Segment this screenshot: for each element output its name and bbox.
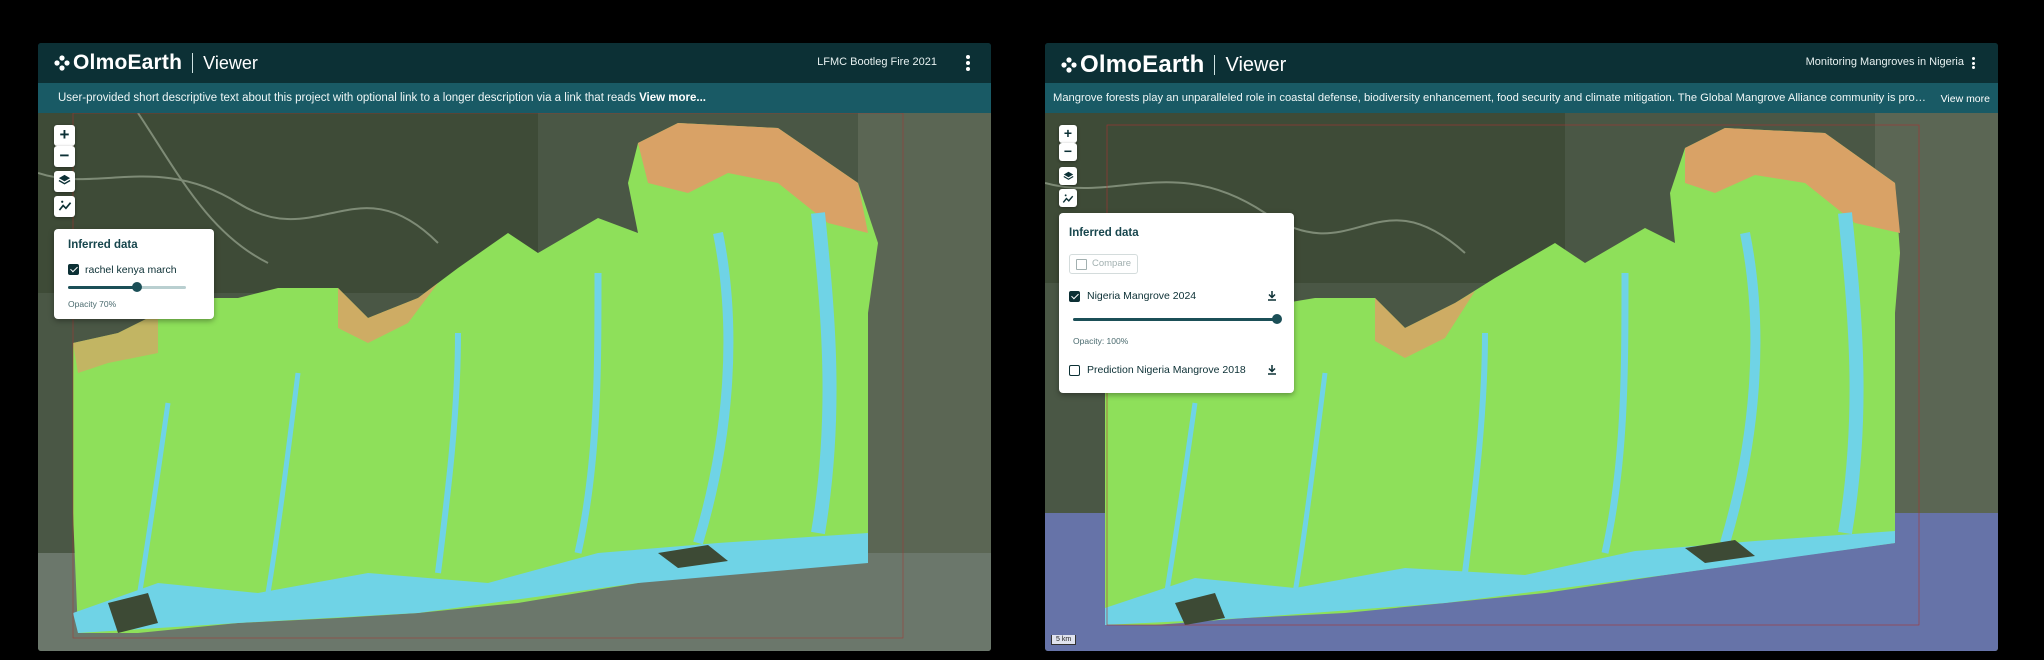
layer-checkbox-nigeria-2024[interactable] (1069, 291, 1080, 302)
opacity-slider-thumb[interactable] (132, 282, 142, 292)
project-title: LFMC Bootleg Fire 2021 (817, 56, 937, 68)
more-menu-icon[interactable] (1970, 57, 1976, 69)
map-canvas[interactable]: + − Inferred data rachel kenya march Opa… (38, 113, 991, 651)
layers-panel-title: Inferred data (68, 239, 138, 251)
brand-name: OlmoEarth (1080, 51, 1205, 78)
layer-name: rachel kenya march (85, 264, 177, 276)
layers-panel-title: Inferred data (1069, 227, 1139, 239)
map-layer (38, 113, 991, 651)
zoom-in-button[interactable]: + (1059, 125, 1077, 143)
chart-sparkle-icon (1062, 194, 1074, 203)
right-viewer-window: OlmoEarth Viewer Monitoring Mangroves in… (1045, 43, 1998, 651)
layer-name-prediction-2018: Prediction Nigeria Mangrove 2018 (1087, 364, 1246, 376)
product-name: Viewer (203, 52, 258, 73)
opacity-label: Opacity: 100% (1073, 336, 1129, 346)
chart-sparkle-icon (58, 200, 71, 211)
view-more-link[interactable]: View more... (639, 92, 706, 104)
opacity-slider-filled[interactable] (1073, 318, 1277, 321)
brand-divider (1214, 55, 1216, 75)
inference-tool-button[interactable] (54, 196, 75, 217)
download-icon[interactable] (1266, 290, 1278, 302)
opacity-slider-filled[interactable] (68, 286, 137, 289)
layer-name-nigeria-2024: Nigeria Mangrove 2024 (1087, 290, 1197, 302)
brand-divider (192, 53, 194, 73)
project-description: User-provided short descriptive text abo… (58, 92, 640, 104)
product-name: Viewer (1225, 53, 1287, 76)
compare-button[interactable]: Compare (1069, 254, 1139, 274)
layers-panel: Inferred data rachel kenya march Opacity… (54, 229, 214, 319)
brand-name: OlmoEarth (73, 51, 183, 74)
olmoearth-logo-icon (1061, 57, 1077, 73)
inference-tool-button[interactable] (1059, 189, 1077, 207)
project-description: Mangrove forests play an unparalleled ro… (1053, 92, 1928, 104)
opacity-slider-track[interactable] (137, 286, 186, 289)
compare-label: Compare (1092, 258, 1132, 269)
project-description-bar: Mangrove forests play an unparalleled ro… (1045, 83, 1998, 113)
brand[interactable]: OlmoEarth Viewer (54, 51, 258, 75)
project-description-bar: User-provided short descriptive text abo… (38, 83, 991, 113)
zoom-out-button[interactable]: − (54, 146, 75, 167)
zoom-in-button[interactable]: + (54, 125, 75, 146)
app-header: OlmoEarth Viewer Monitoring Mangroves in… (1045, 43, 1998, 83)
left-viewer-window: OlmoEarth Viewer LFMC Bootleg Fire 2021 … (38, 43, 991, 651)
download-icon[interactable] (1266, 364, 1278, 376)
app-header: OlmoEarth Viewer LFMC Bootleg Fire 2021 (38, 43, 991, 83)
layer-checkbox-prediction-2018[interactable] (1069, 365, 1080, 376)
layers-button[interactable] (1059, 167, 1077, 185)
opacity-label: Opacity 70% (68, 299, 117, 309)
map-scale-bar: 5 km (1051, 635, 1077, 645)
layers-icon (58, 174, 71, 185)
more-menu-icon[interactable] (965, 55, 971, 71)
layers-panel: Inferred data Compare Nigeria Mangrove 2… (1059, 213, 1294, 393)
project-title: Monitoring Mangroves in Nigeria (1805, 56, 1964, 68)
opacity-slider-thumb[interactable] (1272, 314, 1282, 324)
view-more-link[interactable]: View more (1941, 84, 1990, 113)
layers-icon (1062, 171, 1074, 180)
layer-checkbox[interactable] (68, 264, 79, 275)
olmoearth-logo-icon (54, 55, 70, 71)
compare-icon (1076, 259, 1087, 270)
zoom-out-button[interactable]: − (1059, 143, 1077, 161)
brand[interactable]: OlmoEarth Viewer (1061, 51, 1286, 79)
map-canvas[interactable]: + − Inferred data Compare Nigeria Mangro… (1045, 113, 1998, 651)
layers-button[interactable] (54, 171, 75, 192)
